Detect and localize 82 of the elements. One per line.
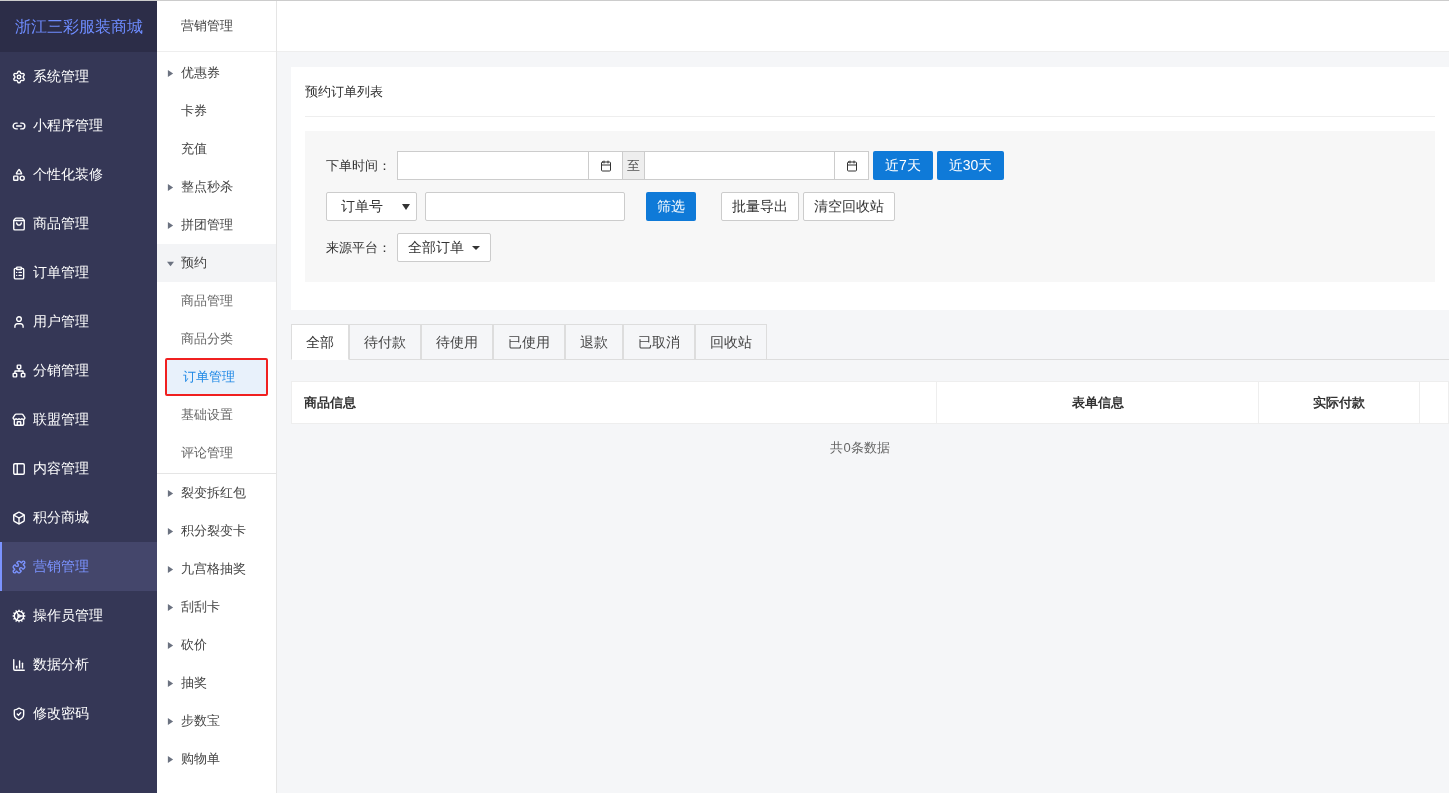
caret-right-icon xyxy=(167,183,174,191)
quick-range-button[interactable]: 近7天 xyxy=(873,151,933,180)
submenu-item[interactable]: 卡券 xyxy=(157,92,276,130)
caret-right-icon xyxy=(167,69,174,77)
submenu-group[interactable]: 预约 xyxy=(157,244,276,282)
brand-title: 浙江三彩服装商城 xyxy=(0,1,157,52)
status-tab[interactable]: 退款 xyxy=(565,324,623,360)
submenu-group[interactable]: 步数宝 xyxy=(157,702,276,740)
panel-title: 预约订单列表 xyxy=(305,67,1435,117)
user-icon xyxy=(12,314,26,329)
caret-down-icon xyxy=(167,259,174,267)
status-tab[interactable]: 全部 xyxy=(291,324,349,360)
sidebar-item[interactable]: 联盟管理 xyxy=(0,395,157,444)
box-icon xyxy=(12,510,26,525)
empty-message: 共0条数据 xyxy=(829,439,891,458)
submenu-group[interactable]: 拼团管理 xyxy=(157,206,276,244)
submenu-item[interactable]: 评论管理 xyxy=(165,434,268,472)
search-type-select[interactable]: 订单号 xyxy=(326,192,417,221)
submenu-item[interactable]: 基础设置 xyxy=(165,396,268,434)
field-label: 下单时间： xyxy=(326,156,391,175)
column-header: 商品信息 xyxy=(292,382,937,423)
caret-down-icon xyxy=(472,245,480,250)
status-tab[interactable]: 已取消 xyxy=(623,324,695,360)
bar-chart-icon xyxy=(12,657,26,672)
shapes-icon xyxy=(12,167,26,182)
search-input-field[interactable] xyxy=(425,192,625,221)
status-tab[interactable]: 回收站 xyxy=(695,324,767,360)
status-tab[interactable]: 已使用 xyxy=(493,324,565,360)
submenu-group[interactable]: 购物单 xyxy=(157,740,276,778)
submenu-item[interactable]: 商品管理 xyxy=(165,282,268,320)
hierarchy-icon xyxy=(12,363,26,378)
field-label: 来源平台： xyxy=(326,238,391,257)
bag-icon xyxy=(12,216,26,231)
sidebar-item[interactable]: 操作员管理 xyxy=(0,591,157,640)
submenu-group[interactable]: 砍价 xyxy=(157,626,276,664)
sidebar-item[interactable]: 个性化装修 xyxy=(0,150,157,199)
puzzle-icon xyxy=(12,559,26,574)
sidebar-item[interactable]: 修改密码 xyxy=(0,689,157,738)
caret-right-icon xyxy=(167,527,174,535)
submenu-group[interactable]: 整点秒杀 xyxy=(157,168,276,206)
column-header: 表单信息 xyxy=(937,382,1259,423)
sidebar-item[interactable]: 数据分析 xyxy=(0,640,157,689)
gear-icon xyxy=(12,69,26,84)
sidebar-item[interactable]: 用户管理 xyxy=(0,297,157,346)
clipboard-icon xyxy=(12,265,26,280)
submenu-group[interactable]: 优惠券 xyxy=(157,54,276,92)
caret-right-icon xyxy=(167,489,174,497)
source-dropdown[interactable]: 全部订单 xyxy=(397,233,491,262)
sidebar-item[interactable]: 分销管理 xyxy=(0,346,157,395)
sidebar-item[interactable]: 积分商城 xyxy=(0,493,157,542)
column-header: 实际付款 xyxy=(1259,382,1420,423)
submenu-group[interactable]: 抽奖 xyxy=(157,664,276,702)
caret-right-icon xyxy=(167,221,174,229)
cog-icon xyxy=(12,608,26,623)
caret-right-icon xyxy=(167,641,174,649)
sidebar-item[interactable]: 订单管理 xyxy=(0,248,157,297)
caret-right-icon xyxy=(167,717,174,725)
caret-right-icon xyxy=(167,603,174,611)
filter-button[interactable]: 筛选 xyxy=(646,192,696,221)
submenu-group[interactable]: 刮刮卡 xyxy=(157,588,276,626)
panel-icon xyxy=(12,461,26,476)
sidebar-item[interactable]: 系统管理 xyxy=(0,52,157,101)
submenu-item[interactable]: 商品分类 xyxy=(165,320,268,358)
submenu-title: 营销管理 xyxy=(157,1,276,52)
action-button[interactable]: 批量导出 xyxy=(721,192,799,221)
status-tab[interactable]: 待使用 xyxy=(421,324,493,360)
action-button[interactable]: 清空回收站 xyxy=(803,192,895,221)
caret-right-icon xyxy=(167,755,174,763)
submenu-group[interactable]: 积分裂变卡 xyxy=(157,512,276,550)
submenu-group[interactable]: 九宫格抽奖 xyxy=(157,550,276,588)
sidebar-item[interactable]: 小程序管理 xyxy=(0,101,157,150)
submenu-item[interactable]: 充值 xyxy=(157,130,276,168)
caret-down-icon xyxy=(402,203,410,210)
store-icon xyxy=(12,412,26,427)
sidebar-item[interactable]: 内容管理 xyxy=(0,444,157,493)
caret-right-icon xyxy=(167,565,174,573)
quick-range-button[interactable]: 近30天 xyxy=(936,151,1005,180)
sidebar-item[interactable]: 商品管理 xyxy=(0,199,157,248)
caret-right-icon xyxy=(167,679,174,687)
status-tab[interactable]: 待付款 xyxy=(349,324,421,360)
shield-check-icon xyxy=(12,706,26,721)
submenu-group[interactable]: 裂变拆红包 xyxy=(157,474,276,512)
